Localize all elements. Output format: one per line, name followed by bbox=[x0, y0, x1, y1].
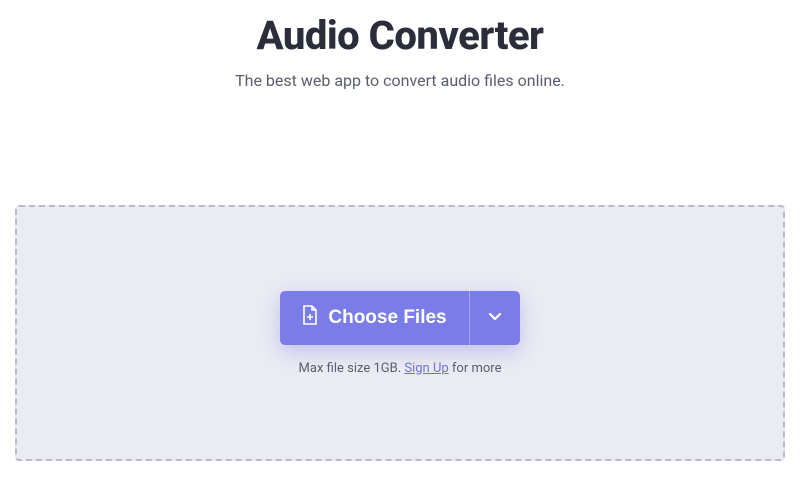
choose-files-button[interactable]: Choose Files bbox=[280, 291, 468, 345]
header: Audio Converter The best web app to conv… bbox=[0, 0, 800, 90]
hint-suffix: for more bbox=[449, 361, 502, 376]
chevron-down-icon bbox=[488, 309, 502, 326]
choose-files-label: Choose Files bbox=[328, 307, 446, 329]
page-subtitle: The best web app to convert audio files … bbox=[0, 71, 800, 90]
choose-files-dropdown-button[interactable] bbox=[469, 291, 520, 345]
file-size-hint: Max file size 1GB. Sign Up for more bbox=[299, 361, 502, 376]
hint-prefix: Max file size 1GB. bbox=[299, 361, 405, 376]
signup-link[interactable]: Sign Up bbox=[404, 361, 448, 376]
file-dropzone[interactable]: Choose Files Max file size 1GB. Sign Up … bbox=[15, 205, 785, 461]
page-title: Audio Converter bbox=[0, 12, 800, 59]
choose-files-group: Choose Files bbox=[280, 291, 519, 345]
file-add-icon bbox=[302, 305, 318, 331]
